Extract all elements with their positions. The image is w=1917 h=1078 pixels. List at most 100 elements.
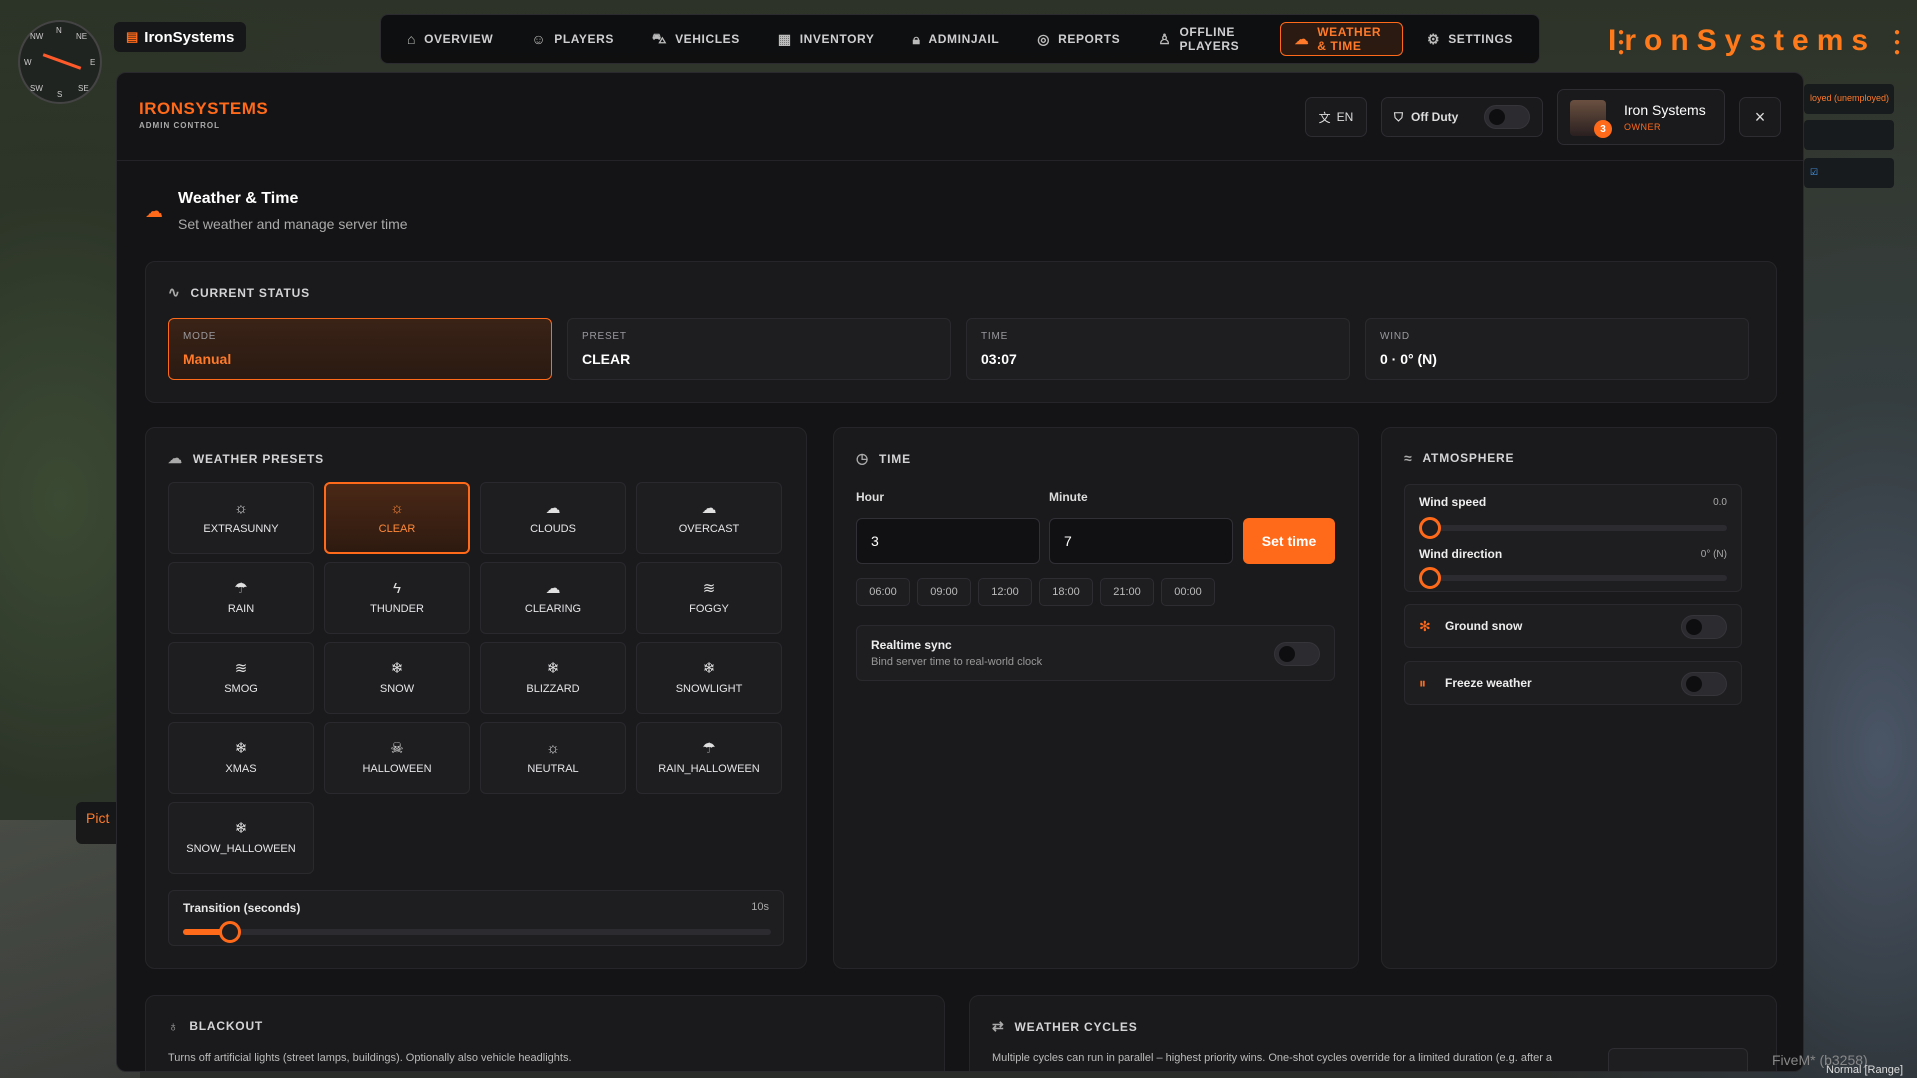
blackout-description: Turns off artificial lights (street lamp…	[168, 1052, 572, 1064]
preset-thunder[interactable]: ϟ THUNDER	[324, 562, 470, 634]
blackout-card: ♁ BLACKOUT Turns off artificial lights (s…	[145, 995, 945, 1071]
transition-value: 10s	[751, 901, 769, 913]
weather-presets-title: WEATHER PRESETS	[192, 451, 324, 466]
freeze-weather-label: Freeze weather	[1445, 676, 1532, 690]
nav-item-offline-players[interactable]: ♙ OFFLINE PLAYERS	[1144, 22, 1269, 56]
preset-smog[interactable]: ≋ SMOG	[168, 642, 314, 714]
preset-halloween[interactable]: ☠ HALLOWEEN	[324, 722, 470, 794]
weather-icon: ❄	[702, 660, 716, 677]
preset-overcast[interactable]: ☁ OVERCAST	[636, 482, 782, 554]
weather-icon: ☂	[702, 740, 716, 757]
status-time: TIME 03:07	[966, 318, 1350, 380]
close-button[interactable]: ×	[1739, 97, 1781, 137]
nav-item-label: OVERVIEW	[424, 32, 494, 46]
quick-time-chip[interactable]: 06:00	[856, 578, 910, 606]
status-time-label: TIME	[981, 331, 1009, 342]
status-wind-label: WIND	[1380, 331, 1410, 342]
nav-item-reports[interactable]: ◎ REPORTS	[1023, 22, 1134, 56]
nav-item-overview[interactable]: ⌂ OVERVIEW	[393, 22, 507, 56]
nav-item-players[interactable]: ☺ PLAYERS	[517, 22, 628, 56]
nav-item-settings[interactable]: ⚙ SETTINGS	[1413, 22, 1527, 56]
preset-snowlight[interactable]: ❄ SNOWLIGHT	[636, 642, 782, 714]
preset-label: RAIN_HALLOWEEN	[658, 763, 760, 775]
preset-label: XMAS	[225, 763, 257, 775]
compass-se: SE	[78, 84, 89, 93]
duty-toggle[interactable]	[1484, 105, 1530, 129]
wind-direction-knob[interactable]	[1419, 567, 1441, 589]
hour-input-value: 3	[871, 533, 879, 549]
minute-input[interactable]: 7	[1049, 518, 1233, 564]
warehouse-icon: ▦	[777, 30, 792, 47]
preset-snow-halloween[interactable]: ❄ SNOW_HALLOWEEN	[168, 802, 314, 874]
weather-cycles-description: Multiple cycles can run in parallel – hi…	[992, 1052, 1553, 1064]
quick-time-chip[interactable]: 21:00	[1100, 578, 1154, 606]
wind-direction-label: Wind direction	[1419, 547, 1503, 561]
preset-clear[interactable]: ☼ CLEAR	[324, 482, 470, 554]
compass-needle	[42, 53, 82, 70]
user-card[interactable]: 3 Iron Systems OWNER	[1557, 89, 1725, 145]
nav-item-vehicles[interactable]: ⛍ VEHICLES	[638, 22, 754, 56]
compass-w: W	[24, 58, 32, 67]
preset-neutral[interactable]: ☼ NEUTRAL	[480, 722, 626, 794]
status-time-value: 03:07	[981, 351, 1017, 367]
quick-time-chip[interactable]: 00:00	[1161, 578, 1215, 606]
nav-item-inventory[interactable]: ▦ INVENTORY	[764, 22, 889, 56]
preset-rain[interactable]: ☂ RAIN	[168, 562, 314, 634]
realtime-sync-subtitle: Bind server time to real-world clock	[871, 656, 1043, 668]
preset-label: THUNDER	[370, 603, 424, 615]
status-wind-value: 0 · 0° (N)	[1380, 351, 1437, 367]
side-tab[interactable]: Pict	[76, 802, 120, 844]
quick-time-chip[interactable]: 12:00	[978, 578, 1032, 606]
preset-clearing[interactable]: ☁ CLEARING	[480, 562, 626, 634]
preset-label: SNOWLIGHT	[675, 683, 743, 695]
pause-icon: ⏸︎	[1419, 675, 1426, 691]
preset-xmas[interactable]: ❄ XMAS	[168, 722, 314, 794]
preset-label: OVERCAST	[678, 523, 740, 535]
weather-icon: ≋	[234, 660, 248, 677]
add-cycle-button[interactable]	[1608, 1048, 1748, 1071]
preset-clouds[interactable]: ☁ CLOUDS	[480, 482, 626, 554]
wind-direction-slider[interactable]	[1419, 567, 1727, 589]
realtime-sync-toggle[interactable]	[1274, 642, 1320, 666]
preset-extrasunny[interactable]: ☼ EXTRASUNNY	[168, 482, 314, 554]
weather-cycles-heading: ⇄ WEATHER CYCLES	[992, 1018, 1138, 1035]
wind-direction-value: 0° (N)	[1700, 549, 1727, 560]
preset-blizzard[interactable]: ❄ BLIZZARD	[480, 642, 626, 714]
top-brand: ▤ IronSystems	[114, 22, 247, 52]
preset-snow[interactable]: ❄ SNOW	[324, 642, 470, 714]
notification-badge: 3	[1594, 120, 1612, 138]
quick-time-chip[interactable]: 18:00	[1039, 578, 1093, 606]
nav-item-label: ADMINJAIL	[928, 32, 1000, 46]
wind-controls: Wind speed 0.0 Wind direction 0° (N)	[1404, 484, 1742, 592]
nav-item-weather-time[interactable]: ☁ WEATHER & TIME	[1279, 22, 1404, 56]
compass-s: S	[57, 90, 63, 99]
hour-label: Hour	[856, 490, 884, 504]
wind-speed-slider[interactable]	[1419, 517, 1727, 539]
hour-input[interactable]: 3	[856, 518, 1040, 564]
realtime-sync-row: Realtime sync Bind server time to real-w…	[856, 625, 1335, 681]
preset-rain-halloween[interactable]: ☂ RAIN_HALLOWEEN	[636, 722, 782, 794]
preset-label: BLIZZARD	[526, 683, 580, 695]
current-status-title: CURRENT STATUS	[190, 285, 310, 300]
current-status-card: ∿ CURRENT STATUS MODE Manual PRESET CLEAR T…	[145, 261, 1777, 403]
language-button[interactable]: 文 EN	[1305, 97, 1367, 137]
compass-sw: SW	[30, 84, 43, 93]
weather-icon: ☼	[390, 500, 404, 517]
duty-toggle-box[interactable]: ⛉ Off Duty	[1381, 97, 1543, 137]
preset-label: HALLOWEEN	[362, 763, 432, 775]
nav-item-label: INVENTORY	[799, 32, 875, 46]
weather-icon: ☁	[545, 500, 561, 517]
quick-time-chip[interactable]: 09:00	[917, 578, 971, 606]
transition-slider[interactable]	[183, 921, 771, 943]
freeze-weather-toggle[interactable]	[1681, 672, 1727, 696]
transition-slider-knob[interactable]	[219, 921, 242, 943]
compass-nw: NW	[30, 32, 44, 41]
wind-speed-knob[interactable]	[1419, 517, 1441, 539]
lifebuoy-icon: ◎	[1037, 30, 1051, 47]
compass-ne: NE	[76, 32, 88, 41]
nav-item-adminjail[interactable]: 🔒︎ ADMINJAIL	[898, 22, 1013, 56]
set-time-button[interactable]: Set time	[1243, 518, 1335, 564]
ground-snow-toggle[interactable]	[1681, 615, 1727, 639]
preset-foggy[interactable]: ≋ FOGGY	[636, 562, 782, 634]
transition-label: Transition (seconds)	[183, 901, 301, 915]
